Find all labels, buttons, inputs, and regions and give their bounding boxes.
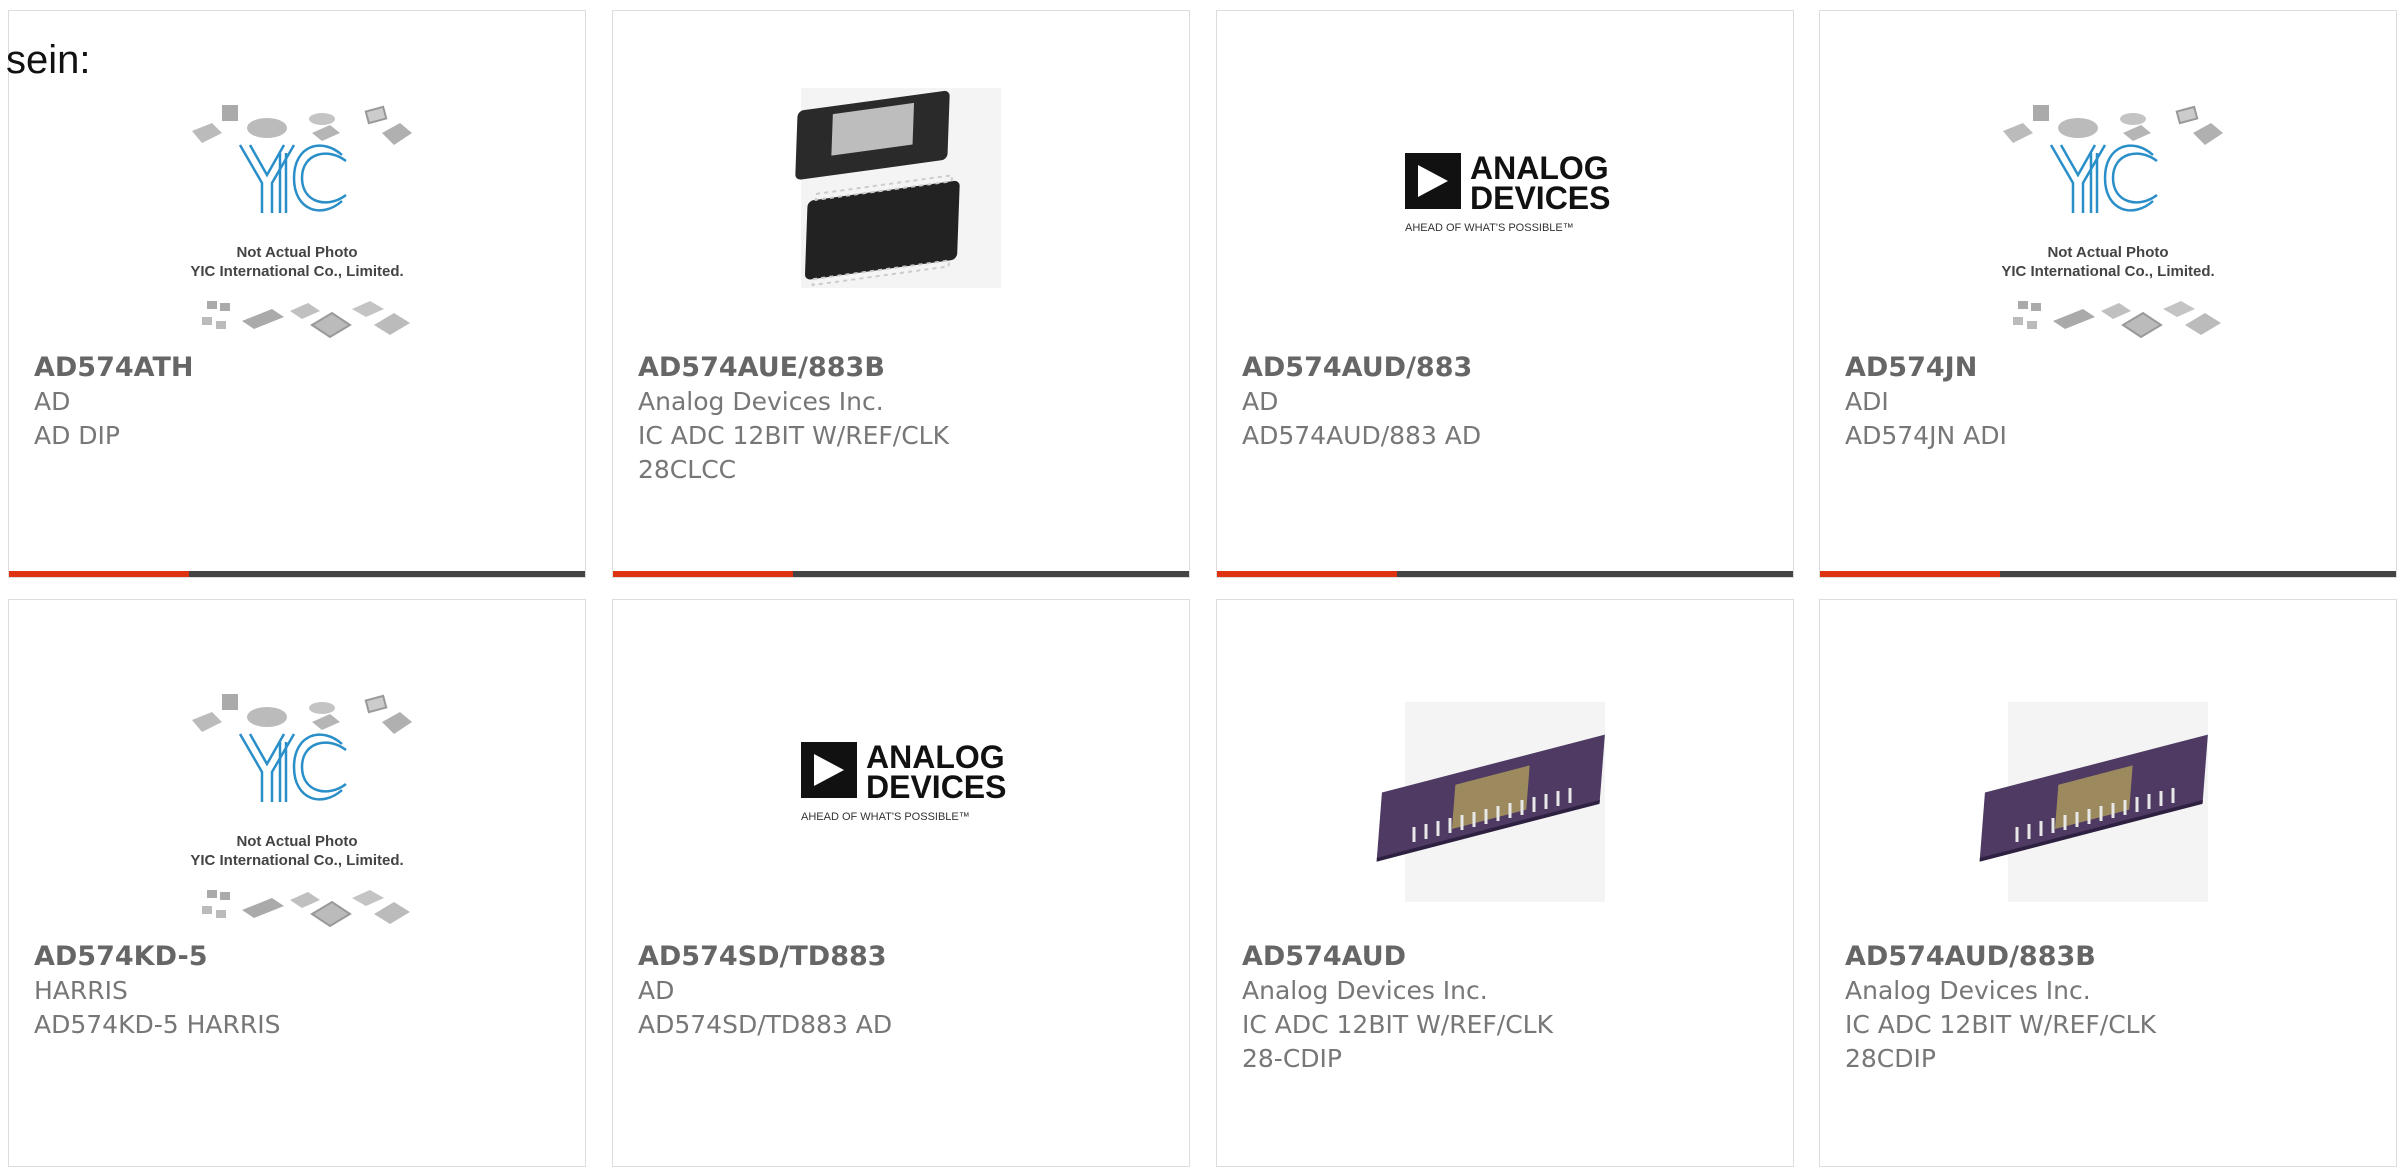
svg-text:AHEAD OF WHAT'S POSSIBLE™: AHEAD OF WHAT'S POSSIBLE™ [801, 811, 970, 823]
manufacturer: AD [638, 976, 675, 1005]
manufacturer: AD [1242, 387, 1279, 416]
description: AD574SD/TD883 AD [638, 1010, 893, 1039]
description: AD DIP [34, 421, 120, 450]
card-bar [613, 571, 1189, 577]
card-bar-accent [613, 571, 793, 577]
card-bar-accent [9, 571, 189, 577]
card-bar [1820, 571, 2396, 577]
dip-chip-image [1374, 702, 1607, 902]
description: AD574KD-5 HARRIS [34, 1010, 281, 1039]
svg-text:AHEAD OF WHAT'S POSSIBLE™: AHEAD OF WHAT'S POSSIBLE™ [1405, 222, 1574, 234]
part-number[interactable]: AD574SD/TD883 [638, 940, 1164, 974]
card-bar-accent [1217, 571, 1397, 577]
product-image: ANALOG DEVICES AHEAD OF WHAT'S POSSIBLE™ [1370, 73, 1640, 343]
card-bar [9, 571, 585, 577]
part-number[interactable]: AD574JN [1845, 351, 2371, 385]
product-image: Not Actual Photo YIC International Co., … [162, 73, 432, 343]
product-card[interactable]: Not Actual Photo YIC International Co., … [8, 10, 586, 578]
svg-text:Not Actual Photo: Not Actual Photo [2047, 244, 2168, 261]
description: AD574AUD/883 AD [1242, 421, 1482, 450]
part-number[interactable]: AD574AUD/883 [1242, 351, 1768, 385]
product-image: Not Actual Photo YIC International Co., … [162, 662, 432, 932]
description: IC ADC 12BIT W/REF/CLK 28-CDIP [1242, 1010, 1553, 1073]
svg-text:DEVICES: DEVICES [866, 769, 1006, 805]
part-number[interactable]: AD574KD-5 [34, 940, 560, 974]
manufacturer: AD [34, 387, 71, 416]
part-number[interactable]: AD574AUE/883B [638, 351, 1164, 385]
product-image [1973, 662, 2243, 932]
svg-text:Not Actual Photo: Not Actual Photo [236, 244, 357, 261]
part-number[interactable]: AD574AUD/883B [1845, 940, 2371, 974]
part-number[interactable]: AD574ATH [34, 351, 560, 385]
product-card[interactable]: ANALOG DEVICES AHEAD OF WHAT'S POSSIBLE™… [1216, 10, 1794, 578]
svg-text:Not Actual Photo: Not Actual Photo [236, 833, 357, 850]
part-number[interactable]: AD574AUD [1242, 940, 1768, 974]
manufacturer: Analog Devices Inc. [1845, 976, 2091, 1005]
yic-placeholder-image: Not Actual Photo YIC International Co., … [190, 104, 413, 338]
manufacturer: ADI [1845, 387, 1889, 416]
product-image [766, 73, 1036, 343]
svg-text:YIC International Co., Limited: YIC International Co., Limited. [190, 263, 403, 280]
analog-devices-logo: ANALOG DEVICES AHEAD OF WHAT'S POSSIBLE™ [801, 739, 1006, 823]
analog-devices-logo: ANALOG DEVICES AHEAD OF WHAT'S POSSIBLE™ [1405, 150, 1610, 234]
product-card[interactable]: AD574AUD Analog Devices Inc. IC ADC 12BI… [1216, 599, 1794, 1167]
dip-chip-image [1977, 702, 2210, 902]
manufacturer: Analog Devices Inc. [638, 387, 884, 416]
product-image: ANALOG DEVICES AHEAD OF WHAT'S POSSIBLE™ [766, 662, 1036, 932]
card-bar [1217, 571, 1793, 577]
product-card[interactable]: Not Actual Photo YIC International Co., … [8, 599, 586, 1167]
plcc-chip-image [794, 88, 1001, 288]
product-card[interactable]: AD574AUE/883B Analog Devices Inc. IC ADC… [612, 10, 1190, 578]
product-card[interactable]: ANALOG DEVICES AHEAD OF WHAT'S POSSIBLE™… [612, 599, 1190, 1167]
yic-placeholder-image: Not Actual Photo YIC International Co., … [2001, 104, 2224, 338]
description: IC ADC 12BIT W/REF/CLK 28CDIP [1845, 1010, 2156, 1073]
svg-text:DEVICES: DEVICES [1470, 180, 1610, 216]
svg-text:YIC International Co., Limited: YIC International Co., Limited. [2001, 263, 2214, 280]
description: AD574JN ADI [1845, 421, 2007, 450]
manufacturer: Analog Devices Inc. [1242, 976, 1488, 1005]
svg-text:YIC International Co., Limited: YIC International Co., Limited. [190, 852, 403, 869]
card-bar-accent [1820, 571, 2000, 577]
manufacturer: HARRIS [34, 976, 128, 1005]
product-card[interactable]: AD574AUD/883B Analog Devices Inc. IC ADC… [1819, 599, 2397, 1167]
description: IC ADC 12BIT W/REF/CLK 28CLCC [638, 421, 949, 484]
product-image: Not Actual Photo YIC International Co., … [1973, 73, 2243, 343]
yic-placeholder-image: Not Actual Photo YIC International Co., … [190, 693, 413, 927]
intro-text: sein: [6, 38, 91, 82]
product-card[interactable]: Not Actual Photo YIC International Co., … [1819, 10, 2397, 578]
product-image [1370, 662, 1640, 932]
